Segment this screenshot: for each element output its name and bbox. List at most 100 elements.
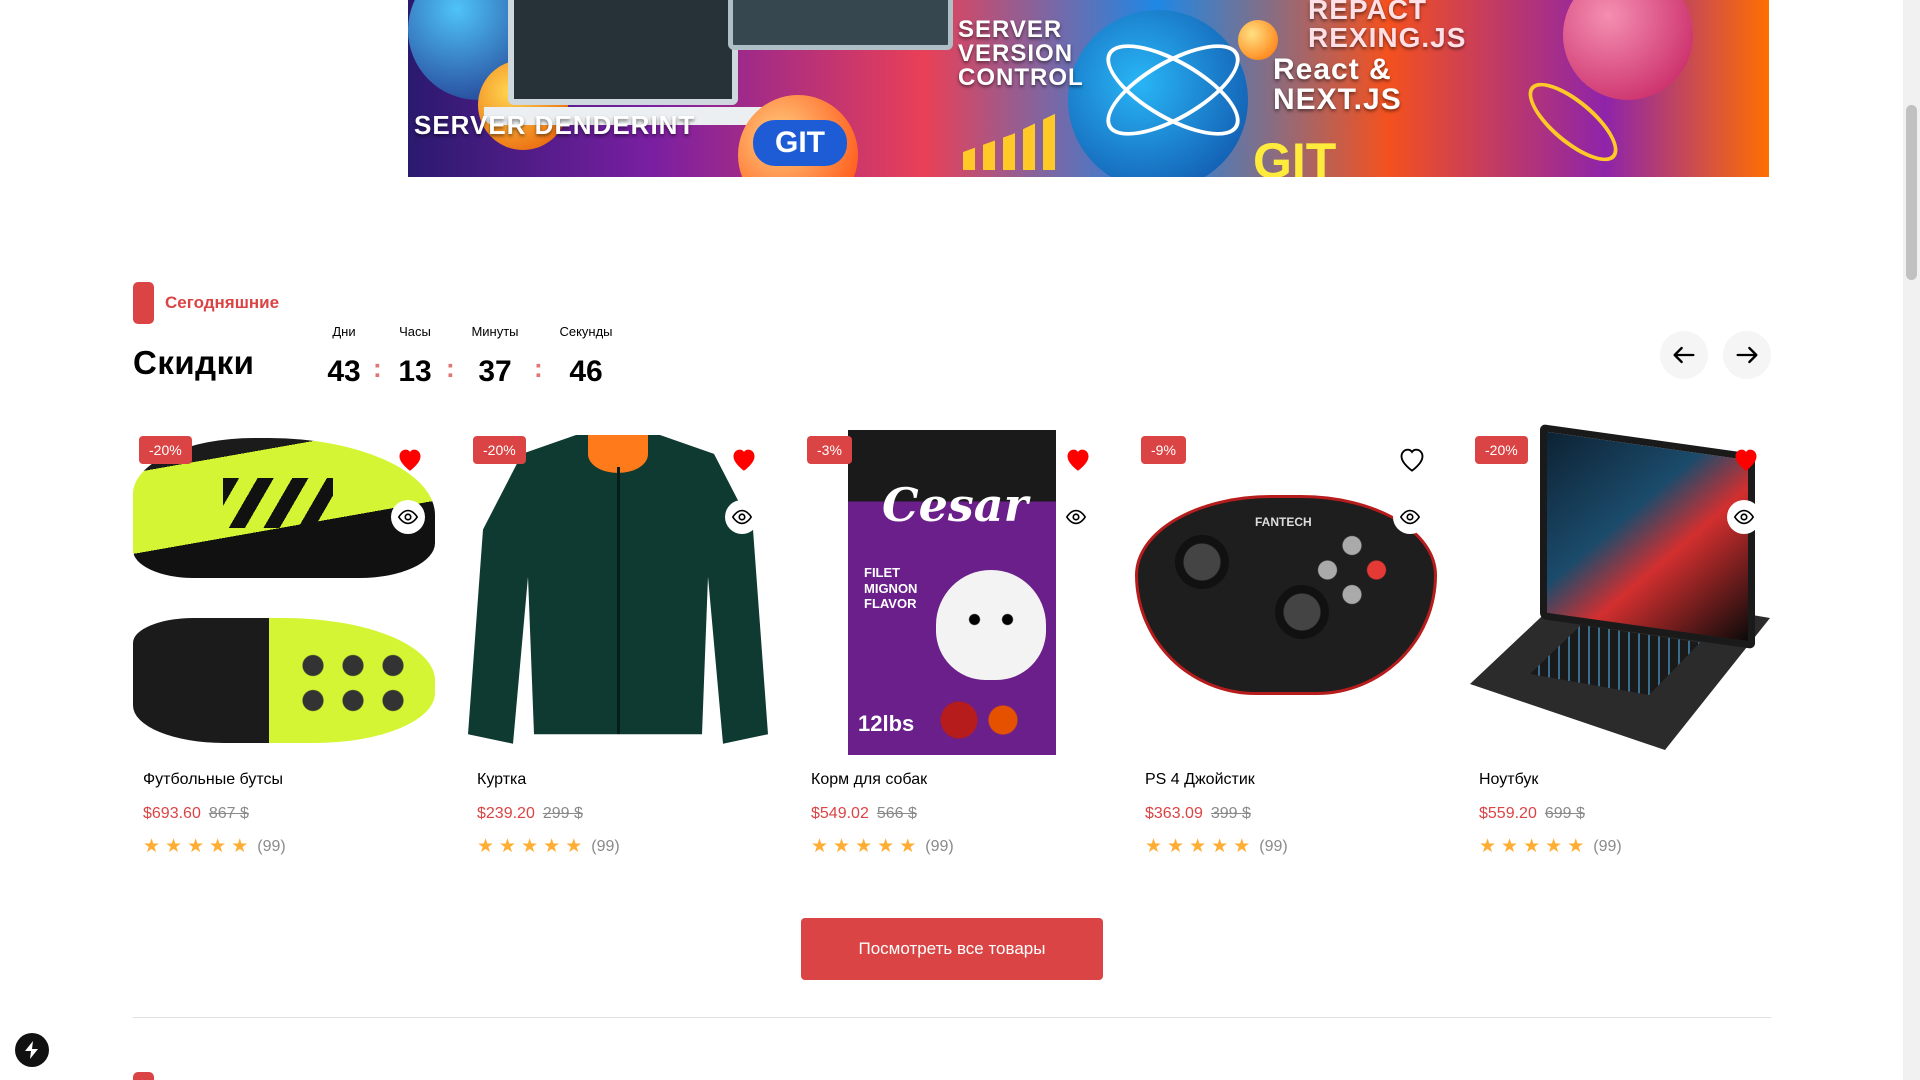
product-image[interactable]: FANTECH -9% bbox=[1135, 430, 1437, 755]
star-icon: ★ bbox=[209, 836, 227, 857]
star-icon: ★ bbox=[231, 836, 249, 857]
review-count: (99) bbox=[1593, 837, 1622, 855]
section-tag-label: Сегодняшние bbox=[165, 293, 280, 312]
section-title: Скидки bbox=[133, 344, 255, 381]
star-icon: ★ bbox=[477, 836, 495, 857]
dogfood-brand: Cesar bbox=[882, 478, 1028, 532]
wishlist-heart-outline-icon[interactable] bbox=[1397, 444, 1427, 474]
banner-text: React & NEXT.JS bbox=[1273, 53, 1402, 116]
star-icon: ★ bbox=[543, 836, 561, 857]
timer-value: 46 bbox=[569, 355, 603, 388]
timer-separator: : bbox=[534, 353, 543, 383]
scrollbar-thumb[interactable] bbox=[1906, 105, 1917, 280]
dogfood-flavor: FILET MIGNON FLAVOR bbox=[864, 565, 918, 612]
star-icon: ★ bbox=[1189, 836, 1207, 857]
product-name[interactable]: Футбольные бутсы bbox=[143, 771, 435, 789]
product-photo bbox=[133, 618, 435, 743]
dogfood-weight: 12lbs bbox=[858, 711, 915, 736]
page-scrollbar[interactable] bbox=[1903, 0, 1920, 1080]
timer-days: Дни 43 bbox=[326, 324, 362, 389]
star-icon: ★ bbox=[899, 836, 917, 857]
gamepad-buttons bbox=[1317, 535, 1387, 605]
product-old-price: 867 $ bbox=[208, 805, 249, 822]
banner-text: REPACT REXING.JS bbox=[1308, 0, 1467, 53]
star-icon: ★ bbox=[1545, 836, 1563, 857]
product-rating: ★ ★ ★ ★ ★ (99) bbox=[477, 837, 769, 856]
product-name[interactable]: Ноутбук bbox=[1479, 771, 1771, 789]
lightning-icon bbox=[25, 1041, 38, 1059]
timer-hours: Часы 13 bbox=[395, 324, 435, 389]
product-old-price: 566 $ bbox=[876, 805, 917, 822]
wishlist-heart-icon[interactable] bbox=[395, 444, 425, 474]
wishlist-heart-icon[interactable] bbox=[729, 444, 759, 474]
product-price: $559.20 bbox=[1479, 805, 1537, 822]
product-card[interactable]: -20% Футбольные бутсы $693.60 867 $ ★ ★ ★ ★ ★… bbox=[133, 430, 435, 856]
quick-view-eye-icon[interactable] bbox=[725, 500, 759, 534]
product-image[interactable]: -20% bbox=[467, 430, 769, 755]
quick-view-eye-icon[interactable] bbox=[1727, 500, 1761, 534]
product-prices: $363.09 399 $ bbox=[1145, 805, 1437, 823]
arrow-right-icon bbox=[1736, 346, 1758, 364]
view-all-products-button[interactable]: Посмотреть все товары bbox=[801, 918, 1103, 980]
gamepad-stick bbox=[1175, 535, 1229, 589]
star-icon: ★ bbox=[833, 836, 851, 857]
discount-badge: -20% bbox=[473, 436, 526, 464]
product-card[interactable]: FANTECH -9% PS 4 Джойстик $363.09 399 $ ★… bbox=[1135, 430, 1437, 856]
nextjs-dev-indicator[interactable] bbox=[15, 1033, 49, 1067]
laptop-screen bbox=[1540, 423, 1755, 650]
gamepad-brand: FANTECH bbox=[1255, 515, 1312, 529]
timer-label: Дни bbox=[332, 324, 356, 339]
product-name[interactable]: Корм для собак bbox=[811, 771, 1103, 789]
carousel-next-button[interactable] bbox=[1723, 331, 1771, 379]
timer-value: 13 bbox=[398, 355, 432, 388]
dog-illustration bbox=[936, 570, 1046, 680]
banner-monitor bbox=[728, 0, 953, 50]
wishlist-heart-icon[interactable] bbox=[1731, 444, 1761, 474]
star-icon: ★ bbox=[565, 836, 583, 857]
section-divider bbox=[133, 1017, 1771, 1018]
product-old-price: 699 $ bbox=[1544, 805, 1585, 822]
product-image[interactable]: Cesar FILET MIGNON FLAVOR 12lbs -3% bbox=[801, 430, 1103, 755]
banner-git-badge: GIT bbox=[753, 120, 847, 166]
product-old-price: 299 $ bbox=[542, 805, 583, 822]
meat-illustration bbox=[926, 695, 1036, 745]
product-prices: $559.20 699 $ bbox=[1479, 805, 1771, 823]
star-icon: ★ bbox=[499, 836, 517, 857]
product-card[interactable]: -20% Куртка $239.20 299 $ ★ ★ ★ ★ ★ (99) bbox=[467, 430, 769, 856]
product-image[interactable]: -20% bbox=[133, 430, 435, 755]
product-image[interactable]: -20% bbox=[1469, 423, 1771, 755]
product-photo bbox=[468, 435, 768, 744]
banner-planet bbox=[1238, 20, 1278, 60]
product-price: $693.60 bbox=[143, 805, 201, 822]
banner-git-text: GIT bbox=[1253, 133, 1337, 177]
star-icon: ★ bbox=[1501, 836, 1519, 857]
product-rating: ★ ★ ★ ★ ★ (99) bbox=[1145, 837, 1437, 856]
star-icon: ★ bbox=[521, 836, 539, 857]
wishlist-heart-icon[interactable] bbox=[1063, 444, 1093, 474]
product-photo bbox=[1470, 423, 1770, 750]
carousel-prev-button[interactable] bbox=[1660, 331, 1708, 379]
star-icon: ★ bbox=[1233, 836, 1251, 857]
review-count: (99) bbox=[925, 837, 954, 855]
review-count: (99) bbox=[1259, 837, 1288, 855]
timer-label: Часы bbox=[399, 324, 431, 339]
product-card[interactable]: -20% Ноутбук $559.20 699 $ ★ ★ ★ ★ ★ (99) bbox=[1469, 423, 1771, 857]
product-card[interactable]: Cesar FILET MIGNON FLAVOR 12lbs -3% Корм… bbox=[801, 430, 1103, 856]
discount-badge: -3% bbox=[807, 436, 852, 464]
quick-view-eye-icon[interactable] bbox=[1059, 500, 1093, 534]
section-tag-marker bbox=[133, 282, 154, 324]
timer-value: 43 bbox=[327, 355, 361, 388]
product-name[interactable]: PS 4 Джойстик bbox=[1145, 771, 1437, 789]
quick-view-eye-icon[interactable] bbox=[391, 500, 425, 534]
product-price: $239.20 bbox=[477, 805, 535, 822]
star-icon: ★ bbox=[165, 836, 183, 857]
star-icon: ★ bbox=[1479, 836, 1497, 857]
discount-badge: -9% bbox=[1141, 436, 1186, 464]
star-icon: ★ bbox=[1523, 836, 1541, 857]
review-count: (99) bbox=[257, 837, 286, 855]
star-icon: ★ bbox=[1145, 836, 1163, 857]
star-icon: ★ bbox=[1211, 836, 1229, 857]
star-icon: ★ bbox=[877, 836, 895, 857]
quick-view-eye-icon[interactable] bbox=[1393, 500, 1427, 534]
product-name[interactable]: Куртка bbox=[477, 771, 769, 789]
